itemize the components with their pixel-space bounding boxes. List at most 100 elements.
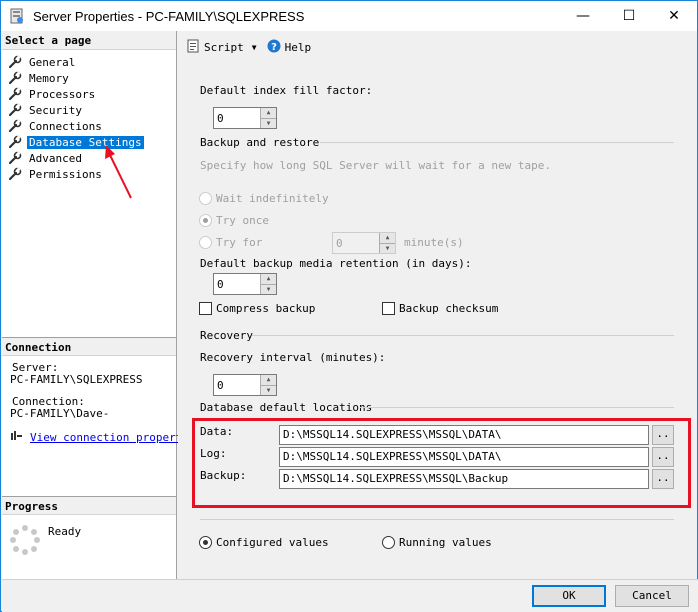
- sidebar-item-label: Processors: [29, 87, 96, 101]
- sidebar-item-general[interactable]: General: [8, 54, 176, 70]
- recovery-title: Recovery: [200, 329, 253, 342]
- script-icon: [186, 39, 200, 56]
- running-values-label: Running values: [399, 536, 492, 549]
- sidebar-item-memory[interactable]: Memory: [8, 70, 176, 86]
- group-divider: [360, 407, 674, 408]
- connection-value: PC-FAMILY\Dave-: [10, 407, 110, 420]
- configured-values-radio[interactable]: [199, 536, 212, 549]
- window-title: Server Properties - PC-FAMILY\SQLEXPRESS: [33, 8, 305, 24]
- wait-indefinitely-label: Wait indefinitely: [216, 192, 329, 205]
- progress-status: Ready: [48, 525, 82, 538]
- sidebar-item-label: Security: [29, 103, 82, 117]
- retention-value: 0: [217, 277, 224, 291]
- left-panel: Select a page General Memory Processors Sec…: [2, 31, 189, 579]
- connection-header: Connection: [2, 337, 176, 356]
- progress-info: Ready: [2, 515, 176, 555]
- view-connection-properties-link[interactable]: View connection properti: [30, 431, 189, 444]
- minimize-button[interactable]: —: [560, 1, 606, 31]
- sidebar-item-connections[interactable]: Connections: [8, 118, 176, 134]
- stepper-up-icon[interactable]: ▲: [261, 375, 276, 385]
- wrench-icon: [8, 167, 22, 181]
- wrench-icon: [8, 151, 22, 165]
- close-button[interactable]: ✕: [651, 1, 697, 31]
- minutes-label: minute(s): [404, 236, 464, 249]
- server-properties-window: Server Properties - PC-FAMILY\SQLEXPRESS…: [0, 0, 698, 612]
- group-divider: [320, 142, 674, 143]
- script-label: Script: [204, 41, 244, 54]
- chevron-down-icon[interactable]: ▼: [252, 43, 257, 52]
- toolbar: Script ▼ ? Help: [178, 31, 697, 64]
- wrench-icon: [8, 135, 22, 149]
- help-icon: ?: [267, 39, 281, 56]
- wrench-icon: [8, 71, 22, 85]
- backup-restore-description: Specify how long SQL Server will wait fo…: [200, 159, 551, 172]
- try-for-stepper[interactable]: 0 ▲ ▼: [332, 232, 396, 254]
- annotation-arrow-icon: [105, 145, 132, 199]
- sidebar-item-advanced[interactable]: Advanced: [8, 150, 176, 166]
- cancel-button[interactable]: Cancel: [615, 585, 689, 607]
- sidebar-item-permissions[interactable]: Permissions: [8, 166, 176, 182]
- sidebar-item-label: General: [29, 55, 76, 69]
- stepper-up-icon[interactable]: ▲: [380, 233, 395, 243]
- wrench-icon: [8, 103, 22, 117]
- group-divider: [252, 335, 674, 336]
- stepper-down-icon[interactable]: ▼: [261, 384, 276, 395]
- wrench-icon: [8, 119, 22, 133]
- svg-text:?: ?: [271, 42, 277, 53]
- try-for-value: 0: [336, 236, 343, 250]
- title-bar[interactable]: Server Properties - PC-FAMILY\SQLEXPRESS…: [1, 1, 697, 31]
- stepper-down-icon[interactable]: ▼: [261, 117, 276, 128]
- sidebar-item-database-settings[interactable]: Database Settings: [8, 134, 176, 150]
- retention-stepper[interactable]: 0 ▲ ▼: [213, 273, 277, 295]
- wrench-icon: [8, 87, 22, 101]
- stepper-up-icon[interactable]: ▲: [261, 108, 276, 118]
- recovery-interval-value: 0: [217, 378, 224, 392]
- recovery-interval-label: Recovery interval (minutes):: [200, 351, 386, 364]
- configured-values-label: Configured values: [216, 536, 329, 549]
- dialog-button-bar: OK Cancel: [2, 579, 698, 612]
- server-value: PC-FAMILY\SQLEXPRESS: [10, 373, 143, 386]
- try-once-label: Try once: [216, 214, 269, 227]
- try-for-radio[interactable]: [199, 236, 212, 249]
- backup-checksum-label: Backup checksum: [399, 302, 499, 315]
- progress-header: Progress: [2, 496, 176, 515]
- sidebar-item-label: Advanced: [29, 151, 82, 165]
- sql-server-icon: [9, 8, 25, 24]
- sidebar-item-label: Permissions: [29, 167, 102, 181]
- group-divider: [200, 519, 674, 520]
- try-once-radio[interactable]: [199, 214, 212, 227]
- default-locations-title: Database default locations: [200, 401, 373, 414]
- maximize-button[interactable]: ☐: [606, 1, 652, 31]
- compress-backup-label: Compress backup: [216, 302, 316, 315]
- running-values-radio[interactable]: [382, 536, 395, 549]
- backup-restore-title: Backup and restore: [200, 136, 320, 149]
- script-button[interactable]: Script ▼: [186, 39, 257, 56]
- sidebar-item-security[interactable]: Security: [8, 102, 176, 118]
- help-label: Help: [284, 41, 312, 54]
- help-button[interactable]: ? Help: [267, 39, 312, 56]
- select-page-header: Select a page: [2, 31, 176, 50]
- stepper-down-icon[interactable]: ▼: [261, 283, 276, 294]
- annotation-highlight-box: [192, 418, 691, 508]
- sidebar-item-label: Memory: [29, 71, 69, 85]
- retention-label: Default backup media retention (in days)…: [200, 257, 472, 270]
- wait-indefinitely-radio[interactable]: [199, 192, 212, 205]
- stepper-down-icon[interactable]: ▼: [380, 242, 395, 253]
- try-for-label: Try for: [216, 236, 263, 249]
- sidebar-item-processors[interactable]: Processors: [8, 86, 176, 102]
- recovery-interval-stepper[interactable]: 0 ▲ ▼: [213, 374, 277, 396]
- backup-checksum-checkbox[interactable]: [382, 302, 395, 315]
- wrench-icon: [8, 55, 22, 69]
- page-list: General Memory Processors Security Connectio…: [2, 50, 176, 182]
- stepper-up-icon[interactable]: ▲: [261, 274, 276, 284]
- compress-backup-checkbox[interactable]: [199, 302, 212, 315]
- connection-properties-icon: [10, 430, 24, 445]
- progress-spinner-icon: [10, 525, 40, 555]
- ok-button[interactable]: OK: [532, 585, 606, 607]
- fill-factor-label: Default index fill factor:: [200, 84, 373, 97]
- connection-info: Server: PC-FAMILY\SQLEXPRESS Connection:…: [2, 356, 189, 445]
- fill-factor-value: 0: [217, 111, 224, 125]
- sidebar-item-label: Connections: [29, 119, 102, 133]
- fill-factor-stepper[interactable]: 0 ▲ ▼: [213, 107, 277, 129]
- database-settings-page: Default index fill factor: 0 ▲ ▼ Backup a…: [178, 64, 697, 579]
